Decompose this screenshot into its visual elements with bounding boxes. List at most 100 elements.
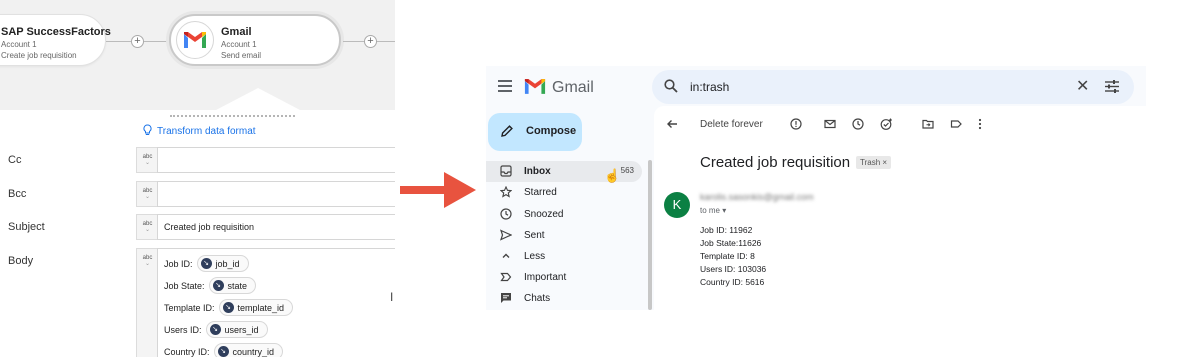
variable-chip[interactable]: ↘ country_id [213,343,284,357]
screenshot-stage: SAP SuccessFactors Account 1 Create job … [0,0,1200,357]
clear-search-icon[interactable]: ✕ [1076,76,1089,96]
node-title: Gmail [221,26,252,38]
transform-data-label: Transform data format [157,126,256,137]
subject-field[interactable]: Created job requisition [157,214,395,240]
node-title: SAP SuccessFactors [1,26,111,38]
body-line: Country ID: ↘ country_id [164,343,284,357]
mark-unread-icon[interactable] [824,117,836,135]
variable-chip[interactable]: ↘ template_id [218,299,294,316]
sidebar-item-label: Starred [524,187,557,198]
gmail-window: Gmail in:trash ✕ Compose Inbox 563 Starr… [486,66,1146,310]
body-field[interactable]: Job ID: ↘ job_id Job State: ↘ state Template… [157,248,395,357]
type-selector[interactable]: abc ⌄ [136,147,158,173]
sidebar-item-chats[interactable]: Chats [486,288,642,309]
variable-icon: ↘ [200,258,212,269]
type-selector[interactable]: abc ⌄ [136,214,158,240]
sidebar-item-label: Snoozed [524,209,564,220]
cc-field[interactable] [157,147,395,173]
sidebar-item-sent[interactable]: Sent [486,225,642,246]
snooze-icon[interactable] [852,117,864,135]
variable-icon: ↘ [209,324,221,335]
node-account: Account 1 [1,40,37,49]
label-icon[interactable] [950,117,962,135]
search-options-icon[interactable] [1105,80,1119,98]
recipient-dropdown[interactable]: to me ▾ [700,206,726,215]
more-options-icon[interactable] [978,117,982,135]
workflow-node-gmail[interactable]: Gmail Account 1 Send email [169,14,341,66]
sidebar-item-label: Chats [524,293,551,304]
delete-forever-button[interactable]: Delete forever [700,119,763,130]
sender-address: karolis.sasonkis@gmail.com [700,192,814,202]
caret-down-icon: ▾ [722,206,727,215]
inbox-icon [500,165,512,177]
avatar[interactable]: K [664,192,690,218]
sidebar-item-starred[interactable]: Starred [486,182,642,203]
sidebar-item-label: Inbox [524,166,551,177]
add-step-button[interactable]: + [364,35,377,48]
report-icon[interactable] [790,117,802,135]
variable-chip[interactable]: ↘ users_id [205,321,268,338]
email-body-line: Template ID: 8 [700,251,755,261]
lightbulb-icon [142,124,153,139]
sidebar-item-label: Sent [524,230,545,241]
email-config-form: Transform data format Cc abc ⌄ Bcc abc ⌄ S… [0,110,395,357]
email-body-line: Job State:11626 [700,238,762,248]
important-icon [500,271,512,283]
transform-data-link[interactable]: Transform data format [142,124,256,139]
email-body-line: Users ID: 103036 [700,264,767,274]
subject-label: Subject [8,221,45,233]
back-arrow-icon[interactable] [666,117,678,135]
move-to-icon[interactable] [922,117,934,135]
type-selector[interactable]: abc ⌄ [136,181,158,207]
workflow-node-successfactors[interactable]: SAP SuccessFactors Account 1 Create job … [0,14,111,66]
variable-chip[interactable]: ↘ job_id [196,255,249,272]
gmail-logo-icon[interactable] [524,78,546,100]
add-task-icon[interactable] [880,117,893,135]
variable-icon: ↘ [212,280,224,291]
email-body: Job ID: 11962 Job State:11626 Template I… [700,224,766,289]
bcc-field[interactable] [157,181,395,207]
sidebar-item-snoozed[interactable]: Snoozed [486,204,642,225]
search-icon[interactable] [664,79,678,98]
email-subject: Created job requisition [700,154,851,171]
search-bar[interactable]: in:trash ✕ [652,70,1134,104]
clock-icon [500,208,512,220]
email-body-line: Job ID: 11962 [700,225,753,235]
body-line: Job ID: ↘ job_id [164,255,249,272]
compose-button[interactable]: Compose [488,113,582,151]
divider [170,114,295,117]
trash-label-badge[interactable]: Trash × [856,156,892,169]
search-input[interactable]: in:trash [690,80,729,94]
variable-chip[interactable]: ↘ state [208,277,257,294]
sidebar-item-label: Important [524,272,567,283]
body-line: Template ID: ↘ template_id [164,299,294,316]
sidebar-scrollbar[interactable] [648,160,652,310]
node-account: Account 1 [221,40,257,49]
hamburger-menu-icon[interactable] [498,80,512,92]
star-icon [499,185,513,198]
type-selector[interactable]: abc ⌄ [136,248,158,357]
app-title: Gmail [552,79,594,96]
body-line: Job State: ↘ state [164,277,257,294]
workflow-builder-panel: SAP SuccessFactors Account 1 Create job … [0,0,395,357]
cc-label: Cc [8,154,22,166]
pencil-icon [500,124,514,141]
body-line: Users ID: ↘ users_id [164,321,268,338]
unread-count: 563 [620,166,634,175]
text-cursor-icon: I [390,290,394,304]
add-step-button[interactable]: + [131,35,144,48]
hand-cursor-icon: ☝ [604,168,621,183]
compose-label: Compose [526,125,577,137]
variable-icon: ↘ [217,346,229,357]
node-action: Create job requisition [1,51,77,60]
sidebar-item-less[interactable]: Less [486,246,642,267]
bcc-label: Bcc [8,188,27,200]
email-view: Delete forever Created job requisition T… [654,106,1146,310]
email-body-line: Country ID: 5616 [700,277,765,287]
node-action: Send email [221,51,262,60]
gmail-logo-icon [176,21,214,59]
body-label: Body [8,255,34,267]
sidebar-item-label: Less [524,251,546,262]
variable-icon: ↘ [222,302,234,313]
sidebar-item-important[interactable]: Important [486,267,642,288]
